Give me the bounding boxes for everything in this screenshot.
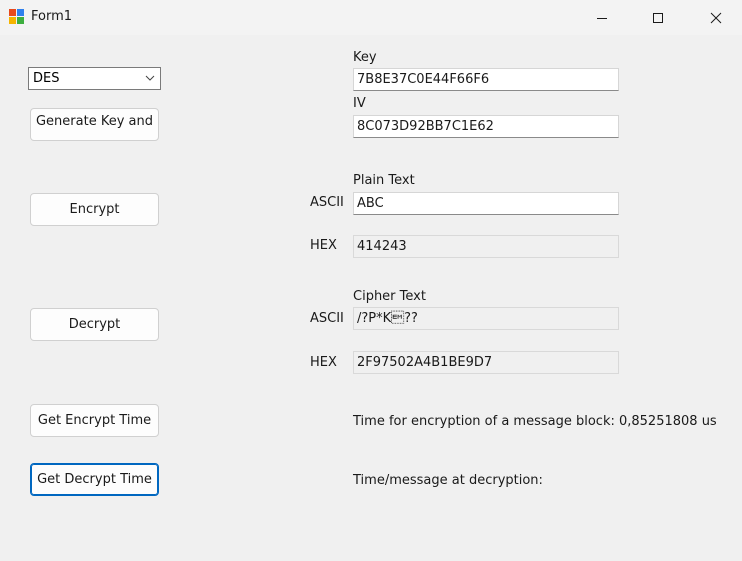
cipher-ascii-value: /?P*K?? xyxy=(357,311,418,326)
encrypt-button[interactable]: Encrypt xyxy=(30,193,159,226)
iv-field[interactable]: 8C073D92BB7C1E62 xyxy=(353,115,619,138)
generate-key-button[interactable]: Generate Key and xyxy=(30,108,159,141)
app-icon xyxy=(9,9,25,25)
window-title: Form1 xyxy=(31,9,73,24)
iv-label: IV xyxy=(353,96,366,111)
key-label: Key xyxy=(353,50,377,65)
plain-ascii-label: ASCII xyxy=(310,195,344,210)
algorithm-select-value: DES xyxy=(33,71,60,86)
decrypt-time-text: Time/message at decryption: xyxy=(353,473,543,488)
close-button[interactable] xyxy=(688,0,742,35)
key-value: 7B8E37C0E44F66F6 xyxy=(357,72,490,87)
minimize-button[interactable] xyxy=(574,0,630,35)
cipher-text-label: Cipher Text xyxy=(353,289,426,304)
minimize-icon xyxy=(597,17,607,19)
close-icon xyxy=(710,12,722,23)
get-decrypt-time-button[interactable]: Get Decrypt Time xyxy=(30,463,159,496)
get-encrypt-time-button[interactable]: Get Encrypt Time xyxy=(30,404,159,437)
cipher-ascii-label: ASCII xyxy=(310,311,344,326)
plain-hex-value: 414243 xyxy=(357,239,407,254)
chevron-down-icon xyxy=(145,75,155,81)
cipher-ascii-field[interactable]: /?P*K?? xyxy=(353,307,619,330)
plain-hex-label: HEX xyxy=(310,238,337,253)
title-bar: Form1 xyxy=(0,0,742,35)
key-field[interactable]: 7B8E37C0E44F66F6 xyxy=(353,68,619,91)
maximize-button[interactable] xyxy=(630,0,686,35)
algorithm-select[interactable]: DES xyxy=(28,67,161,90)
maximize-icon xyxy=(653,12,663,23)
decrypt-button[interactable]: Decrypt xyxy=(30,308,159,341)
cipher-hex-label: HEX xyxy=(310,355,337,370)
plain-text-label: Plain Text xyxy=(353,173,415,188)
cipher-hex-field[interactable]: 2F97502A4B1BE9D7 xyxy=(353,351,619,374)
plain-ascii-value: ABC xyxy=(357,196,384,211)
iv-value: 8C073D92BB7C1E62 xyxy=(357,119,494,134)
cipher-hex-value: 2F97502A4B1BE9D7 xyxy=(357,355,493,370)
plain-ascii-field[interactable]: ABC xyxy=(353,192,619,215)
plain-hex-field[interactable]: 414243 xyxy=(353,235,619,258)
encrypt-time-text: Time for encryption of a message block: … xyxy=(353,414,717,429)
